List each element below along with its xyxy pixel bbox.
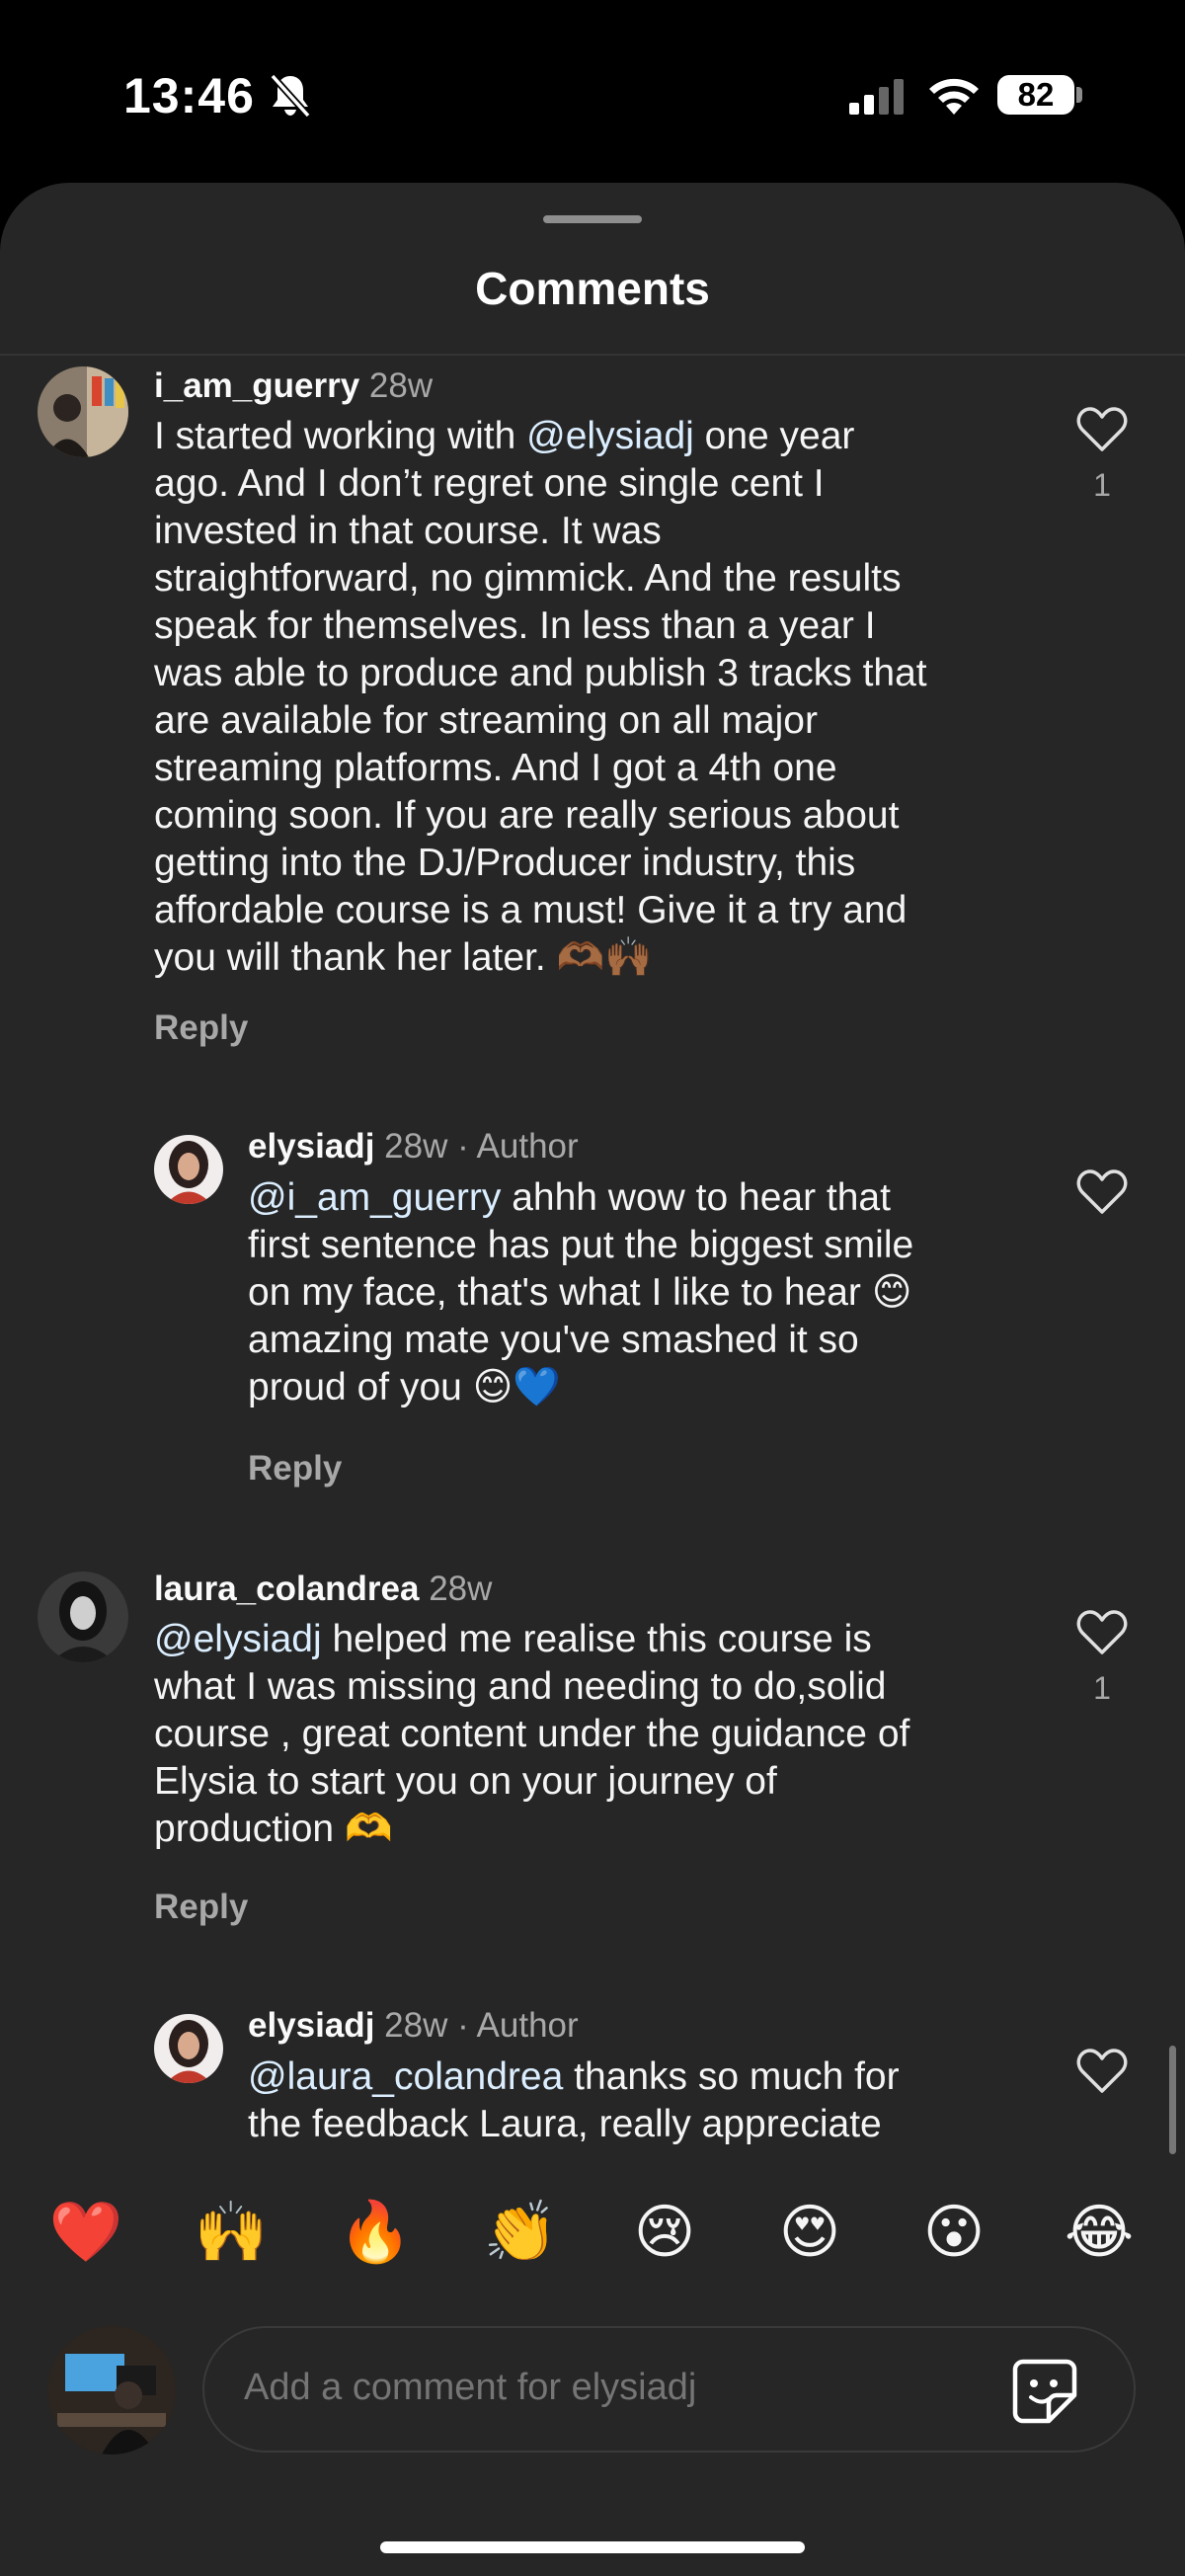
comment-text: @elysiadj helped me realise this course …	[154, 1616, 1043, 1853]
emoji-crying[interactable]: 😢	[625, 2198, 704, 2267]
like-count: 1	[1093, 1670, 1111, 1706]
comment-line: I started working with @elysiadj one yea…	[154, 415, 855, 457]
emoji-laughing[interactable]: 😂	[1060, 2198, 1139, 2267]
emoji-heart[interactable]: ❤️	[46, 2198, 125, 2267]
heart-outline-icon[interactable]	[1076, 2048, 1128, 2095]
comment-line: affordable course is a must! Give it a t…	[154, 889, 908, 931]
emoji-fire[interactable]: 🔥	[336, 2198, 415, 2267]
like-count: 1	[1093, 467, 1111, 503]
comment-text: @laura_colandrea thanks so much for the …	[248, 2053, 1038, 2148]
avatar[interactable]	[154, 2014, 223, 2083]
emoji-clap[interactable]: 👏	[481, 2198, 560, 2267]
wifi-icon	[926, 71, 982, 120]
comment-line: speak for themselves. In less than a yea…	[154, 604, 876, 647]
heart-outline-icon[interactable]	[1076, 406, 1128, 453]
sticker-icon[interactable]	[1009, 2356, 1080, 2432]
current-user-avatar	[47, 2326, 176, 2455]
comment-line: proud of you 😊💙	[248, 1366, 561, 1409]
comment-line: streaming platforms. And I got a 4th one	[154, 747, 837, 789]
avatar[interactable]	[154, 1135, 223, 1204]
comment-line: was able to produce and publish 3 tracks…	[154, 652, 927, 694]
comment-age: 28w	[429, 1570, 493, 1608]
author-tag: · Author	[457, 2006, 579, 2045]
comment-line: straightforward, no gimmick. And the res…	[154, 557, 902, 600]
comment-line: first sentence has put the biggest smile	[248, 1224, 914, 1266]
comment-text: @i_am_guerry ahhh wow to hear that first…	[248, 1174, 1038, 1411]
comment-line: invested in that course. It was	[154, 510, 662, 552]
status-time: 13:46	[123, 68, 255, 123]
sheet-title: Comments	[475, 263, 710, 314]
comment-line: the feedback Laura, really appreciate	[248, 2103, 882, 2145]
comment-line: production 🫶	[154, 1808, 393, 1850]
comment-username[interactable]: i_am_guerry	[154, 366, 359, 405]
reply-button[interactable]: Reply	[248, 1449, 342, 1489]
comment-username[interactable]: laura_colandrea	[154, 1570, 419, 1608]
comment-age: 28w	[384, 1127, 448, 1166]
author-tag: · Author	[457, 1127, 579, 1166]
comment-text: I started working with @elysiadj one yea…	[154, 413, 1043, 982]
comment-line: on my face, that's what I like to hear 😊	[248, 1271, 912, 1314]
emoji-raised-hands[interactable]: 🙌	[192, 2198, 271, 2267]
comment-line: course , great content under the guidanc…	[154, 1713, 910, 1755]
comment-username[interactable]: elysiadj	[248, 1127, 374, 1166]
comment-line: coming soon. If you are really serious a…	[154, 794, 900, 837]
heart-outline-icon[interactable]	[1076, 1609, 1128, 1656]
mention-link[interactable]: @elysiadj	[154, 1618, 322, 1660]
divider	[0, 354, 1185, 356]
comment-line: getting into the DJ/Producer industry, t…	[154, 842, 856, 884]
comment-line: what I was missing and needing to do,sol…	[154, 1665, 887, 1708]
emoji-heart-eyes[interactable]: 😍	[770, 2198, 849, 2267]
comment-line: you will thank her later. 🫶🏾🙌🏾	[154, 936, 653, 979]
comment-input[interactable]	[242, 2366, 996, 2410]
comment-line: @elysiadj helped me realise this course …	[154, 1618, 872, 1660]
comment-username[interactable]: elysiadj	[248, 2006, 374, 2045]
battery-indicator: 82	[997, 75, 1074, 115]
comment-line: are available for streaming on all major	[154, 699, 818, 742]
comments-sheet: Comments i_am_guerry 28w I started worki…	[0, 183, 1185, 2576]
avatar[interactable]	[38, 366, 128, 457]
sheet-grabber[interactable]	[543, 215, 642, 223]
comments-list[interactable]: i_am_guerry 28w I started working with @…	[0, 357, 1185, 2331]
emoji-surprised[interactable]: 😮	[914, 2198, 993, 2267]
cellular-signal-icon	[849, 79, 908, 120]
comment-line: amazing mate you've smashed it so	[248, 1319, 859, 1361]
comment-age: 28w	[368, 366, 434, 405]
comment-line: ago. And I don’t regret one single cent …	[154, 462, 825, 505]
reply-button[interactable]: Reply	[154, 1008, 248, 1048]
comment-line: @laura_colandrea thanks so much for	[248, 2055, 900, 2098]
status-bar: 13:46 82	[0, 0, 1185, 178]
scrollbar[interactable]	[1169, 2046, 1176, 2154]
comment-line: @i_am_guerry ahhh wow to hear that	[248, 1176, 891, 1219]
comment-age: 28w	[384, 2006, 448, 2045]
comment-input-box[interactable]	[202, 2326, 1136, 2453]
mention-link[interactable]: @i_am_guerry	[248, 1176, 501, 1219]
comment-line: Elysia to start you on your journey of	[154, 1760, 777, 1803]
battery-nub	[1076, 87, 1082, 103]
home-indicator[interactable]	[380, 2541, 805, 2553]
mention-link[interactable]: @laura_colandrea	[248, 2055, 563, 2098]
bell-slash-icon	[269, 72, 312, 124]
mention-link[interactable]: @elysiadj	[526, 415, 694, 457]
heart-outline-icon[interactable]	[1076, 1168, 1128, 1216]
comment-composer	[0, 2311, 1185, 2576]
avatar[interactable]	[38, 1571, 128, 1662]
emoji-quick-bar: ❤️ 🙌 🔥 👏 😢 😍 😮 😂	[0, 2158, 1185, 2311]
reply-button[interactable]: Reply	[154, 1888, 248, 1927]
